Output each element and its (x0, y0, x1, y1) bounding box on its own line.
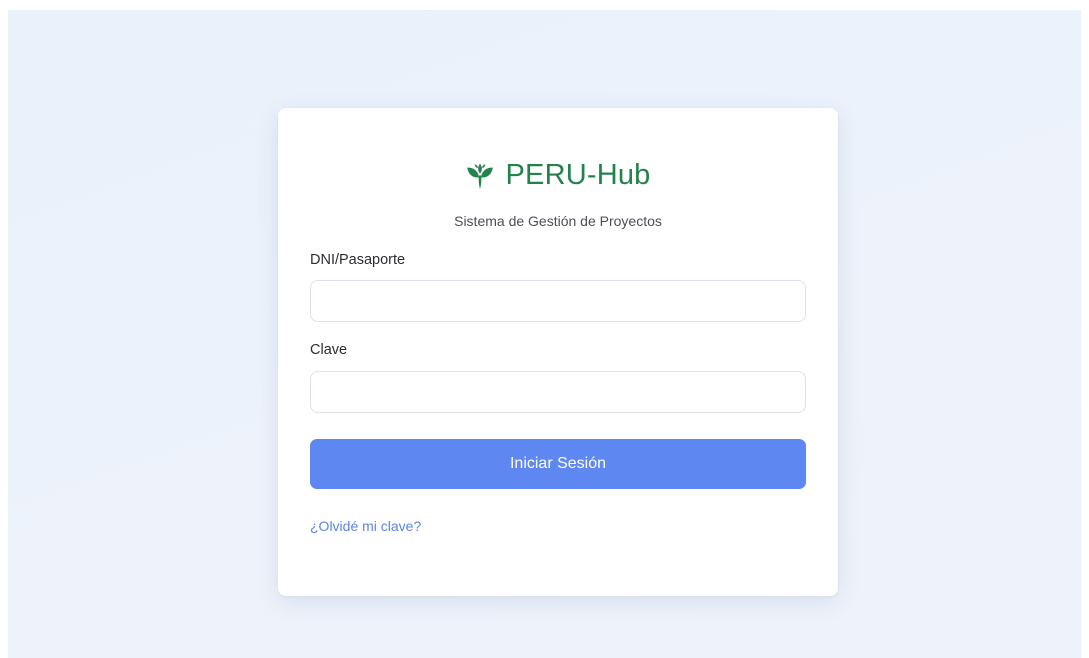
dni-label: DNI/Pasaporte (310, 252, 406, 268)
app-subtitle: Sistema de Gestión de Proyectos (454, 213, 662, 229)
brand-name: PERU-Hub (505, 159, 651, 191)
login-button[interactable]: Iniciar Sesión (310, 439, 806, 489)
dni-input[interactable] (310, 280, 806, 322)
login-card: PERU-Hub Sistema de Gestión de Proyectos… (278, 108, 838, 596)
sprout-icon (467, 163, 494, 189)
password-input[interactable] (310, 371, 806, 413)
forgot-password-link[interactable]: ¿Olvidé mi clave? (310, 517, 421, 535)
brand-logo: PERU-Hub (278, 155, 838, 195)
password-label: Clave (310, 342, 348, 358)
page-background: PERU-Hub Sistema de Gestión de Proyectos… (8, 10, 1081, 658)
